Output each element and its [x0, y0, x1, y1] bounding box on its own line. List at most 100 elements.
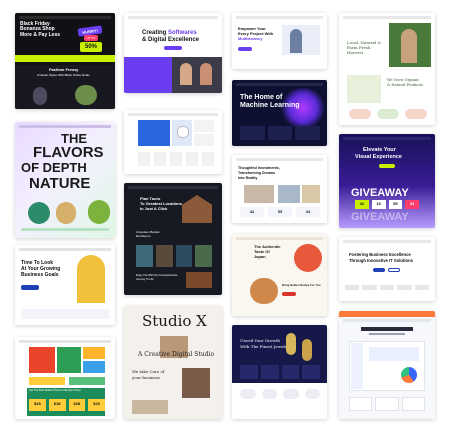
- feature-tile[interactable]: [401, 397, 425, 411]
- promo-title: Get The Best Mobile Phone Collection Pri…: [29, 389, 81, 392]
- feature-icon: [349, 109, 371, 119]
- feature-tile[interactable]: [349, 397, 373, 411]
- hero-tile: [194, 134, 214, 146]
- feature-tile[interactable]: [375, 397, 399, 411]
- feature-tile[interactable]: [267, 126, 293, 140]
- template-card-flavors[interactable]: THE FLAVORS OF DEPTH NATURE: [15, 122, 115, 238]
- top-bar: [339, 311, 435, 317]
- price-tag[interactable]: $18: [48, 399, 66, 411]
- hero-title-line: NATURE: [29, 175, 91, 192]
- tagline-line: We take Care of: [132, 369, 165, 374]
- cta-button[interactable]: [164, 46, 182, 50]
- product-thumb[interactable]: [281, 365, 300, 379]
- hero-photo: [278, 185, 300, 203]
- template-card-it-solutions[interactable]: Fostering Business Excellence Through In…: [339, 237, 435, 301]
- upto-badge: UP TO: [84, 35, 98, 41]
- hero-title-line: Harvest: [347, 50, 364, 55]
- hero-title-line: Business Goals: [21, 272, 59, 278]
- cta-button[interactable]: [238, 47, 252, 51]
- cta-button[interactable]: [388, 268, 400, 272]
- hero-tile: [29, 347, 55, 373]
- cta-button[interactable]: [282, 292, 296, 296]
- location-tile[interactable]: [195, 245, 212, 267]
- template-card-giveaway[interactable]: Elevate Your Visual Experience GIVEAWAY …: [339, 134, 435, 228]
- hero-tile: [138, 120, 170, 146]
- discount-badge: 50%: [80, 42, 102, 52]
- client-logo: [362, 285, 377, 290]
- hero-tile: [194, 120, 214, 132]
- product-thumb[interactable]: [260, 365, 279, 379]
- product-thumb[interactable]: [240, 365, 258, 379]
- product-thumb[interactable]: [186, 152, 198, 166]
- location-grid: [136, 245, 212, 267]
- card-nav: [236, 83, 323, 86]
- category-icon[interactable]: [304, 389, 320, 399]
- person-figure: [180, 63, 192, 85]
- product-image: [33, 87, 47, 105]
- template-card-studio-x[interactable]: Studio X A Creative Digital Studio We ta…: [124, 306, 222, 419]
- template-card-multitenancy[interactable]: Empower Your Every Project With Multiten…: [232, 13, 327, 69]
- hero-title-line: Through Innovative IT Solutions: [349, 258, 413, 263]
- timer-value: 55: [388, 200, 403, 209]
- product-thumb[interactable]: [302, 365, 320, 379]
- section-title: Bring Nobles Recipe For You: [282, 283, 321, 287]
- footer-bar: [21, 228, 109, 231]
- product-thumb[interactable]: [202, 152, 214, 166]
- location-tile[interactable]: [136, 245, 153, 267]
- feature-tile[interactable]: [295, 126, 321, 140]
- card-nav: [128, 16, 218, 19]
- stats-row: 42 55 34: [240, 207, 320, 217]
- hero-tile: [83, 347, 105, 359]
- drink-image: [56, 202, 76, 224]
- hero-sub-bar: [369, 333, 405, 335]
- category-icon[interactable]: [240, 389, 256, 399]
- hero-title-line: FLAVORS: [33, 144, 104, 161]
- feature-icon: [377, 109, 399, 119]
- cta-button[interactable]: [21, 285, 39, 290]
- bowl-image: [250, 278, 278, 304]
- template-card-machine-learning[interactable]: The Home of Machine Learning: [232, 80, 327, 146]
- price-tag[interactable]: $28: [68, 399, 86, 411]
- journey-image: [186, 272, 212, 288]
- location-tile[interactable]: [155, 245, 173, 267]
- template-card-electronics[interactable]: [124, 110, 222, 174]
- hero-title-line: Into Reality: [238, 176, 258, 180]
- product-thumb[interactable]: [154, 152, 166, 166]
- hero-title-line: The Home of: [240, 94, 283, 101]
- hero-title-word: Creating: [142, 30, 167, 36]
- template-card-black-friday[interactable]: Black Friday Bonanza Shop More & Pay Les…: [15, 13, 115, 109]
- card-nav: [128, 113, 218, 116]
- stat-value: 42: [240, 207, 264, 217]
- promo-subtitle: Unleash Styles With Black Friday Deals: [37, 73, 90, 77]
- product-thumb[interactable]: [138, 152, 150, 166]
- card-nav: [19, 16, 111, 19]
- template-card-jewelry[interactable]: Unveil Your Growth With The Finest Jewel…: [232, 325, 327, 419]
- hero-photo: [182, 368, 210, 398]
- location-tile[interactable]: [175, 245, 193, 267]
- feature-tile[interactable]: [240, 126, 265, 140]
- hero-title-line: Elevate Your: [363, 147, 396, 153]
- category-icon[interactable]: [283, 389, 299, 399]
- category-icon[interactable]: [261, 389, 277, 399]
- card-nav: [128, 186, 218, 189]
- template-card-software[interactable]: Creating Softwares & Digital Excellence: [124, 13, 222, 93]
- template-card-farm-fresh[interactable]: Local, Natural & Farm Fresh Harvest We G…: [339, 13, 435, 125]
- cta-button[interactable]: [373, 268, 385, 272]
- template-card-mobile-shop[interactable]: Get The Best Mobile Phone Collection Pri…: [15, 337, 115, 419]
- hero-image: HURRY! UP TO 50%: [70, 25, 112, 55]
- jewelry-image: [302, 339, 312, 361]
- price-tag[interactable]: $20: [88, 399, 105, 411]
- price-tag[interactable]: $28: [29, 399, 46, 411]
- template-card-business-goals[interactable]: Time To Look At Your Growing Business Go…: [15, 245, 115, 325]
- template-card-dashboard[interactable]: [339, 311, 435, 419]
- giveaway-banner-echo: GIVEAWAY: [351, 211, 409, 223]
- template-card-investments[interactable]: Thoughtful Investments, Transforming Dre…: [232, 155, 327, 223]
- cta-button[interactable]: [379, 164, 395, 168]
- gallery-photo: [132, 400, 168, 414]
- template-card-japan-food[interactable]: The Authentic Taste Of Japan Bring Noble…: [232, 234, 327, 316]
- template-card-tours[interactable]: Plan Tours To Greatest Locations In Just…: [124, 183, 222, 295]
- product-thumb[interactable]: [170, 152, 182, 166]
- hero-heading-bar: [361, 327, 413, 331]
- hero-photo: [244, 185, 274, 203]
- hero-photo: [302, 185, 320, 203]
